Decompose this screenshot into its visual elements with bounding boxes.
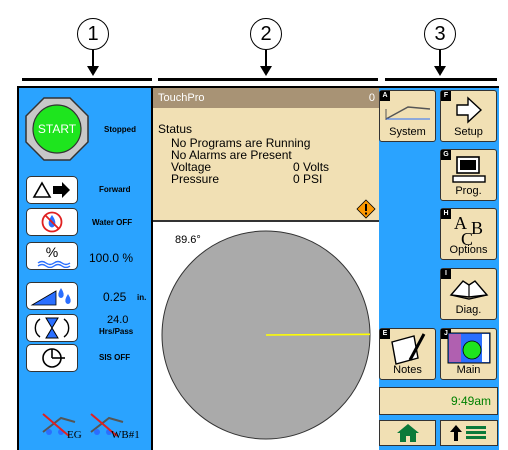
right-menu-panel: A System F Setup G Prog. H A B C Options… <box>379 88 499 450</box>
pressure-value: 0 PSI <box>293 172 323 186</box>
alarm-warning-icon[interactable] <box>356 199 376 219</box>
setup-arrow-icon <box>456 96 483 124</box>
status-panel: Status No Programs are Running No Alarms… <box>153 108 379 222</box>
up-arrow-list-icon <box>450 425 486 441</box>
hourglass-icon <box>34 317 70 339</box>
system-key: A <box>380 91 390 101</box>
up-scroll-button[interactable] <box>440 420 498 446</box>
diag-button[interactable]: I Diag. <box>440 268 497 320</box>
callout-1-bar <box>22 78 152 81</box>
manual-book-icon <box>449 280 489 300</box>
app-title: TouchPro <box>158 92 205 104</box>
prog-key: G <box>441 150 451 160</box>
prog-label: Prog. <box>455 185 482 197</box>
home-icon <box>397 424 419 442</box>
depth-droplets-icon <box>30 288 71 306</box>
water-off-icon <box>41 211 63 233</box>
wash-bay-button[interactable]: WB#1 <box>89 408 149 444</box>
sis-label: SIS OFF <box>99 353 131 362</box>
callout-1-arrow <box>87 66 99 76</box>
setup-label: Setup <box>454 126 483 138</box>
callout-1: 1 <box>77 18 109 50</box>
setup-button[interactable]: F Setup <box>440 90 497 142</box>
sis-valve-icon <box>42 348 65 368</box>
callout-3: 3 <box>424 18 456 50</box>
pivot-map[interactable]: 89.6° <box>153 222 379 450</box>
callout-1-number: 1 <box>87 22 99 45</box>
end-gun-label: EG <box>67 429 82 441</box>
callout-2-arrow <box>260 66 272 76</box>
callout-3-arrow <box>434 66 446 76</box>
title-counter: 0 <box>368 92 375 104</box>
pivot-arm-line <box>265 333 371 336</box>
title-bar: TouchPro 0 <box>153 88 379 108</box>
system-button[interactable]: A System <box>379 90 436 142</box>
callout-2: 2 <box>250 18 282 50</box>
clock-display: 9:49am <box>379 387 498 415</box>
status-heading: Status <box>158 122 193 136</box>
start-button[interactable]: START <box>25 97 89 161</box>
clock-time: 9:49am <box>450 394 491 408</box>
callout-1-line <box>92 50 94 67</box>
end-gun-button[interactable]: EG <box>41 408 89 444</box>
depth-value: 0.25 <box>103 290 127 304</box>
callout-2-number: 2 <box>260 22 272 45</box>
percent-button[interactable]: % <box>26 242 78 270</box>
callout-3-line <box>439 50 441 67</box>
wash-bay-label: WB#1 <box>111 429 140 441</box>
callout-2-bar <box>158 78 378 81</box>
percent-value: 100.0 % <box>89 251 134 265</box>
hours-button[interactable] <box>26 314 78 342</box>
direction-label: Forward <box>99 185 131 194</box>
options-label: Options <box>449 244 488 256</box>
depth-button[interactable] <box>26 282 78 310</box>
notes-label: Notes <box>393 364 422 376</box>
percent-symbol: % <box>45 244 59 260</box>
home-button[interactable] <box>379 420 436 446</box>
main-screen-thumbnail-icon <box>447 332 491 364</box>
notes-button[interactable]: E Notes <box>379 328 436 380</box>
computer-icon <box>452 156 486 183</box>
system-pivot-icon <box>385 106 431 120</box>
water-button[interactable] <box>26 208 78 236</box>
start-status: Stopped <box>104 125 136 134</box>
pivot-field-svg <box>161 230 371 440</box>
start-label: START <box>37 122 77 136</box>
direction-button[interactable] <box>26 176 78 204</box>
left-control-panel: START Stopped Forward Water OFF % 100.0 … <box>19 88 153 450</box>
main-label: Main <box>456 364 481 376</box>
diag-label: Diag. <box>455 304 482 316</box>
callout-3-bar <box>385 78 497 81</box>
options-button[interactable]: H A B C Options <box>440 208 497 260</box>
hours-unit: Hrs/Pass <box>99 327 134 336</box>
depth-unit: in. <box>137 293 147 302</box>
callout-2-line <box>265 50 267 67</box>
prog-button[interactable]: G Prog. <box>440 149 497 201</box>
forward-arrow-icon <box>32 181 70 198</box>
callout-3-number: 3 <box>434 22 446 45</box>
pressure-label: Pressure <box>171 172 220 186</box>
water-label: Water OFF <box>92 218 133 227</box>
sis-button[interactable] <box>26 344 78 372</box>
options-key: H <box>441 209 451 219</box>
hours-value: 24.0 <box>107 314 129 326</box>
main-button[interactable]: J Main <box>440 328 497 380</box>
notepad-pencil-icon <box>391 333 426 365</box>
system-label: System <box>389 126 426 138</box>
setup-key: F <box>441 91 451 101</box>
